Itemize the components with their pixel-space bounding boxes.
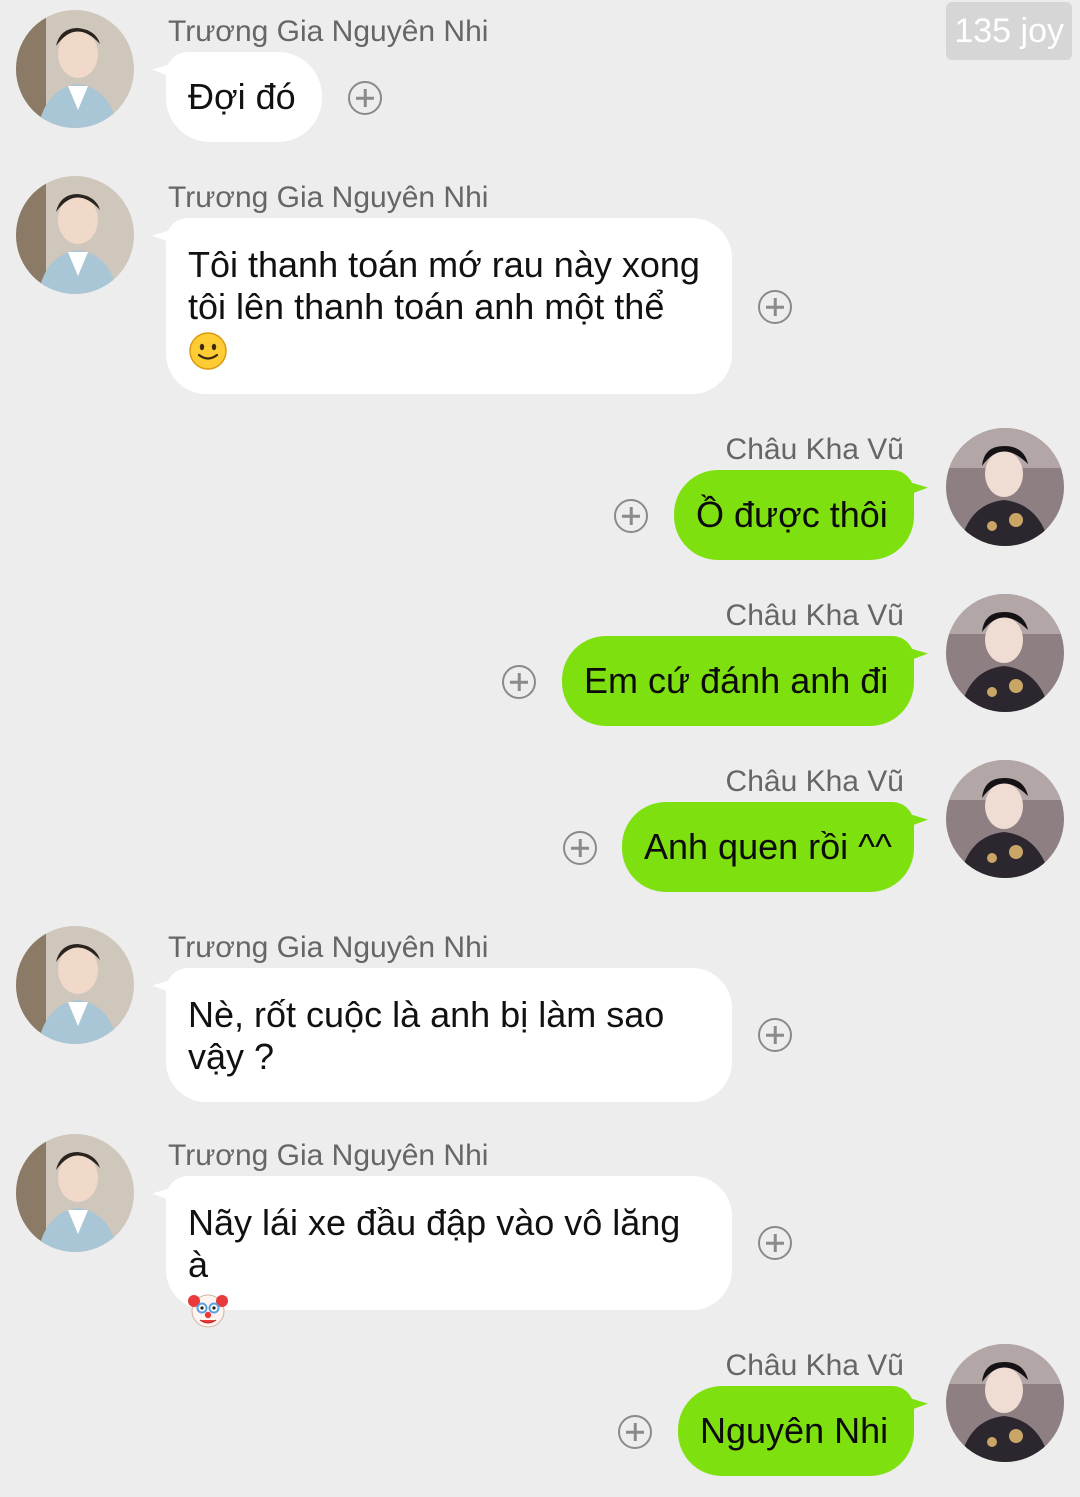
message-row: Châu Kha Vũ Em cứ đánh anh đi bbox=[0, 594, 1080, 734]
message-text: Tôi thanh toán mớ rau này xong bbox=[188, 244, 700, 285]
clown-face-icon bbox=[188, 1289, 228, 1329]
message-text: Nè, rốt cuộc là anh bị làm sao bbox=[188, 994, 665, 1035]
message-bubble[interactable]: Nãy lái xe đầu đập vào vô lăng à bbox=[166, 1176, 732, 1328]
avatar[interactable] bbox=[16, 1134, 134, 1252]
message-row: Châu Kha Vũ Anh quen rồi ^^ bbox=[0, 760, 1080, 900]
message-text: Nãy lái xe đầu đập vào vô lăng à bbox=[188, 1202, 681, 1285]
message-text: Đợi đó bbox=[188, 76, 296, 117]
sender-name: Châu Kha Vũ bbox=[725, 433, 904, 466]
message-row: Trương Gia Nguyên Nhi Tôi thanh toán mớ … bbox=[0, 176, 1080, 396]
avatar[interactable] bbox=[16, 926, 134, 1044]
avatar[interactable] bbox=[16, 176, 134, 294]
add-reaction-icon[interactable] bbox=[502, 665, 536, 699]
message-row: Trương Gia Nguyên Nhi Đợi đó bbox=[0, 10, 1080, 150]
add-reaction-icon[interactable] bbox=[618, 1415, 652, 1449]
message-row: Châu Kha Vũ Nguyên Nhi bbox=[0, 1344, 1080, 1494]
add-reaction-icon[interactable] bbox=[614, 499, 648, 533]
message-text: Nguyên Nhi bbox=[700, 1410, 889, 1451]
sender-name: Trương Gia Nguyên Nhi bbox=[168, 1139, 489, 1172]
message-bubble[interactable]: Tôi thanh toán mớ rau này xong tôi lên t… bbox=[166, 218, 732, 394]
avatar[interactable] bbox=[946, 760, 1064, 878]
slightly-smiling-face-icon bbox=[188, 331, 228, 371]
sender-name: Trương Gia Nguyên Nhi bbox=[168, 931, 489, 964]
message-bubble[interactable]: Anh quen rồi ^^ bbox=[622, 802, 914, 892]
message-row: Trương Gia Nguyên Nhi Nãy lái xe đầu đập… bbox=[0, 1134, 1080, 1328]
sender-name: Trương Gia Nguyên Nhi bbox=[168, 181, 489, 214]
sender-name: Châu Kha Vũ bbox=[725, 765, 904, 798]
avatar[interactable] bbox=[946, 428, 1064, 546]
message-text: Anh quen rồi ^^ bbox=[644, 826, 892, 867]
message-bubble[interactable]: Ồ được thôi bbox=[674, 470, 914, 560]
add-reaction-icon[interactable] bbox=[758, 1018, 792, 1052]
avatar[interactable] bbox=[16, 10, 134, 128]
message-row: Châu Kha Vũ Ồ được thôi bbox=[0, 428, 1080, 568]
message-text: tôi lên thanh toán anh một thể bbox=[188, 286, 665, 327]
message-text: vậy ? bbox=[188, 1036, 275, 1077]
message-bubble[interactable]: Em cứ đánh anh đi bbox=[562, 636, 914, 726]
add-reaction-icon[interactable] bbox=[563, 831, 597, 865]
message-row: Trương Gia Nguyên Nhi Nè, rốt cuộc là an… bbox=[0, 926, 1080, 1106]
message-bubble[interactable]: Đợi đó bbox=[166, 52, 322, 142]
add-reaction-icon[interactable] bbox=[348, 81, 382, 115]
avatar[interactable] bbox=[946, 594, 1064, 712]
message-bubble[interactable]: Nguyên Nhi bbox=[678, 1386, 914, 1476]
sender-name: Châu Kha Vũ bbox=[725, 599, 904, 632]
add-reaction-icon[interactable] bbox=[758, 290, 792, 324]
message-text: Ồ được thôi bbox=[696, 494, 888, 535]
add-reaction-icon[interactable] bbox=[758, 1226, 792, 1260]
message-text: Em cứ đánh anh đi bbox=[584, 660, 889, 701]
avatar[interactable] bbox=[946, 1344, 1064, 1462]
sender-name: Châu Kha Vũ bbox=[725, 1349, 904, 1382]
message-bubble[interactable]: Nè, rốt cuộc là anh bị làm sao vậy ? bbox=[166, 968, 732, 1102]
sender-name: Trương Gia Nguyên Nhi bbox=[168, 15, 489, 48]
